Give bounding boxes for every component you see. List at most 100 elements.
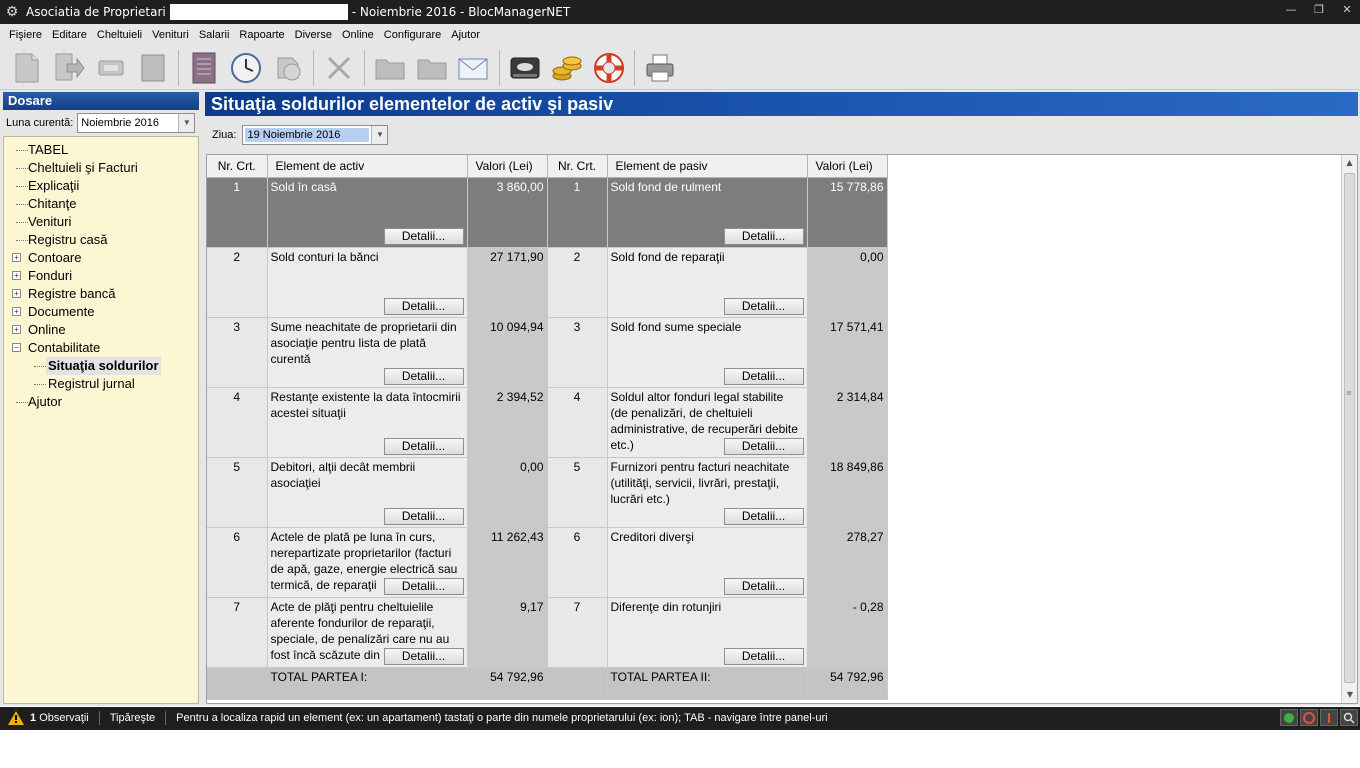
table-row[interactable]: 4 Restanţe existente la data întocmirii … <box>207 387 888 458</box>
scroll-down-icon[interactable]: ▼ <box>1342 687 1357 703</box>
folder-icon[interactable] <box>372 50 408 86</box>
minimize-button[interactable]: — <box>1284 2 1298 18</box>
detalii-button[interactable]: Detalii... <box>723 647 804 665</box>
menu-configurare[interactable]: Configurare <box>379 29 446 41</box>
table-row[interactable]: 6 Actele de plată pe luna în curs, nerep… <box>207 527 888 598</box>
detalii-button[interactable]: Detalii... <box>723 227 804 245</box>
col-element-pasiv[interactable]: Element de pasiv <box>607 155 808 178</box>
tree-item-ajutor[interactable]: Ajutor <box>4 393 198 411</box>
gear-icon[interactable]: ⚙ <box>4 4 20 20</box>
folder-icon[interactable] <box>414 50 450 86</box>
sheet-icon[interactable] <box>135 50 171 86</box>
lifebuoy-icon[interactable] <box>591 50 627 86</box>
vertical-scrollbar[interactable]: ▲ ≡ ▼ <box>1341 155 1357 703</box>
tree-item-cheltuieli[interactable]: Cheltuieli şi Facturi <box>4 159 198 177</box>
detalii-button[interactable]: Detalii... <box>723 297 804 315</box>
tree-line <box>16 402 28 403</box>
col-element-activ[interactable]: Element de activ <box>267 155 468 178</box>
expand-icon[interactable]: + <box>12 307 21 316</box>
table-row[interactable]: 2 Sold conturi la bănci Detalii... 27 171… <box>207 247 888 318</box>
print-button[interactable]: Tipăreşte <box>110 712 155 724</box>
detalii-button[interactable]: Detalii... <box>383 367 464 385</box>
detalii-button[interactable]: Detalii... <box>383 227 464 245</box>
warning-icon[interactable] <box>8 710 24 725</box>
restore-button[interactable]: ❐ <box>1312 2 1326 18</box>
delete-icon[interactable] <box>321 50 357 86</box>
menu-diverse[interactable]: Diverse <box>290 29 337 41</box>
chevron-down-icon[interactable]: ▼ <box>178 114 195 132</box>
tree-item-documente[interactable]: + Documente <box>4 303 198 321</box>
online-status-icon[interactable] <box>1280 709 1298 726</box>
history-icon[interactable] <box>270 50 306 86</box>
menu-fisiere[interactable]: Fişiere <box>4 29 47 41</box>
detalii-button[interactable]: Detalii... <box>723 577 804 595</box>
col-valori-activ[interactable]: Valori (Lei) <box>467 155 548 178</box>
close-button[interactable]: ✕ <box>1340 2 1354 18</box>
left-panel: Dosare Luna curentă: Noiembrie 2016 ▼ TA… <box>0 90 202 706</box>
col-valori-pasiv[interactable]: Valori (Lei) <box>807 155 888 178</box>
observatii-button[interactable]: 1 Observaţii <box>30 712 89 724</box>
scroll-up-icon[interactable]: ▲ <box>1342 155 1357 171</box>
table-row[interactable]: 1 Sold în casă Detalii... 3 860,00 1 Sold… <box>207 177 888 248</box>
tree-item-contabilitate[interactable]: − Contabilitate <box>4 339 198 357</box>
tree-item-registrul-jurnal[interactable]: Registrul jurnal <box>4 375 198 393</box>
coins-icon[interactable] <box>549 50 585 86</box>
alert-icon[interactable] <box>1320 709 1338 726</box>
cloud-icon[interactable] <box>507 50 543 86</box>
scroll-thumb[interactable] <box>1344 173 1355 683</box>
col-nr-crt-2[interactable]: Nr. Crt. <box>547 155 608 178</box>
total-pasiv-value: 54 792,96 <box>807 667 888 700</box>
menu-ajutor[interactable]: Ajutor <box>446 29 485 41</box>
menu-rapoarte[interactable]: Rapoarte <box>234 29 289 41</box>
ziua-combo[interactable]: 19 Noiembrie 2016 ▼ <box>242 125 389 145</box>
luna-combo[interactable]: Noiembrie 2016 ▼ <box>77 113 196 133</box>
tree-item-contoare[interactable]: + Contoare <box>4 249 198 267</box>
menu-editare[interactable]: Editare <box>47 29 92 41</box>
detalii-button[interactable]: Detalii... <box>723 367 804 385</box>
table-row[interactable]: 7 Acte de plăţi pentru cheltuielile afer… <box>207 597 888 668</box>
col-nr-crt[interactable]: Nr. Crt. <box>207 155 268 178</box>
tree-item-registru-casa[interactable]: Registru casă <box>4 231 198 249</box>
tree-item-chitante[interactable]: Chitanţe <box>4 195 198 213</box>
tree-item-online[interactable]: + Online <box>4 321 198 339</box>
ledger-icon[interactable] <box>186 50 222 86</box>
sync-icon[interactable] <box>1300 709 1318 726</box>
tree-item-situatia-soldurilor[interactable]: Situaţia soldurilor <box>4 357 198 375</box>
tape-icon[interactable] <box>93 50 129 86</box>
table-row[interactable]: 5 Debitori, alţii decât membrii asociaţi… <box>207 457 888 528</box>
search-icon[interactable] <box>1340 709 1358 726</box>
table-row[interactable]: 3 Sume neachitate de proprietarii din as… <box>207 317 888 388</box>
cell-empty <box>207 667 268 700</box>
detalii-button[interactable]: Detalii... <box>383 647 464 665</box>
detalii-button[interactable]: Detalii... <box>383 577 464 595</box>
tree-item-fonduri[interactable]: + Fonduri <box>4 267 198 285</box>
menu-cheltuieli[interactable]: Cheltuieli <box>92 29 147 41</box>
clock-icon[interactable] <box>228 50 264 86</box>
new-document-icon[interactable] <box>9 50 45 86</box>
expand-icon[interactable]: + <box>12 271 21 280</box>
menu-online[interactable]: Online <box>337 29 379 41</box>
chevron-down-icon[interactable]: ▼ <box>371 126 388 144</box>
export-icon[interactable] <box>51 50 87 86</box>
tree-item-venituri[interactable]: Venituri <box>4 213 198 231</box>
tree-item-tabel[interactable]: TABEL <box>4 141 198 159</box>
printer-icon[interactable] <box>642 50 678 86</box>
tree-line <box>16 222 28 223</box>
menu-salarii[interactable]: Salarii <box>194 29 235 41</box>
balances-table: Nr. Crt. Element de activ Valori (Lei) N… <box>207 155 888 700</box>
collapse-icon[interactable]: − <box>12 343 21 352</box>
expand-icon[interactable]: + <box>12 325 21 334</box>
cell-activ: Sold conturi la bănci Detalii... <box>267 247 468 318</box>
detalii-button[interactable]: Detalii... <box>723 507 804 525</box>
menu-venituri[interactable]: Venituri <box>147 29 194 41</box>
detalii-button[interactable]: Detalii... <box>383 297 464 315</box>
detalii-button[interactable]: Detalii... <box>383 437 464 455</box>
expand-icon[interactable]: + <box>12 289 21 298</box>
tree-item-explicatii[interactable]: Explicaţii <box>4 177 198 195</box>
expand-icon[interactable]: + <box>12 253 21 262</box>
mail-icon[interactable] <box>456 50 492 86</box>
detalii-button[interactable]: Detalii... <box>383 507 464 525</box>
tree-item-registre-banca[interactable]: + Registre bancă <box>4 285 198 303</box>
ziua-row: Ziua: 19 Noiembrie 2016 ▼ <box>212 125 389 145</box>
detalii-button[interactable]: Detalii... <box>723 437 804 455</box>
